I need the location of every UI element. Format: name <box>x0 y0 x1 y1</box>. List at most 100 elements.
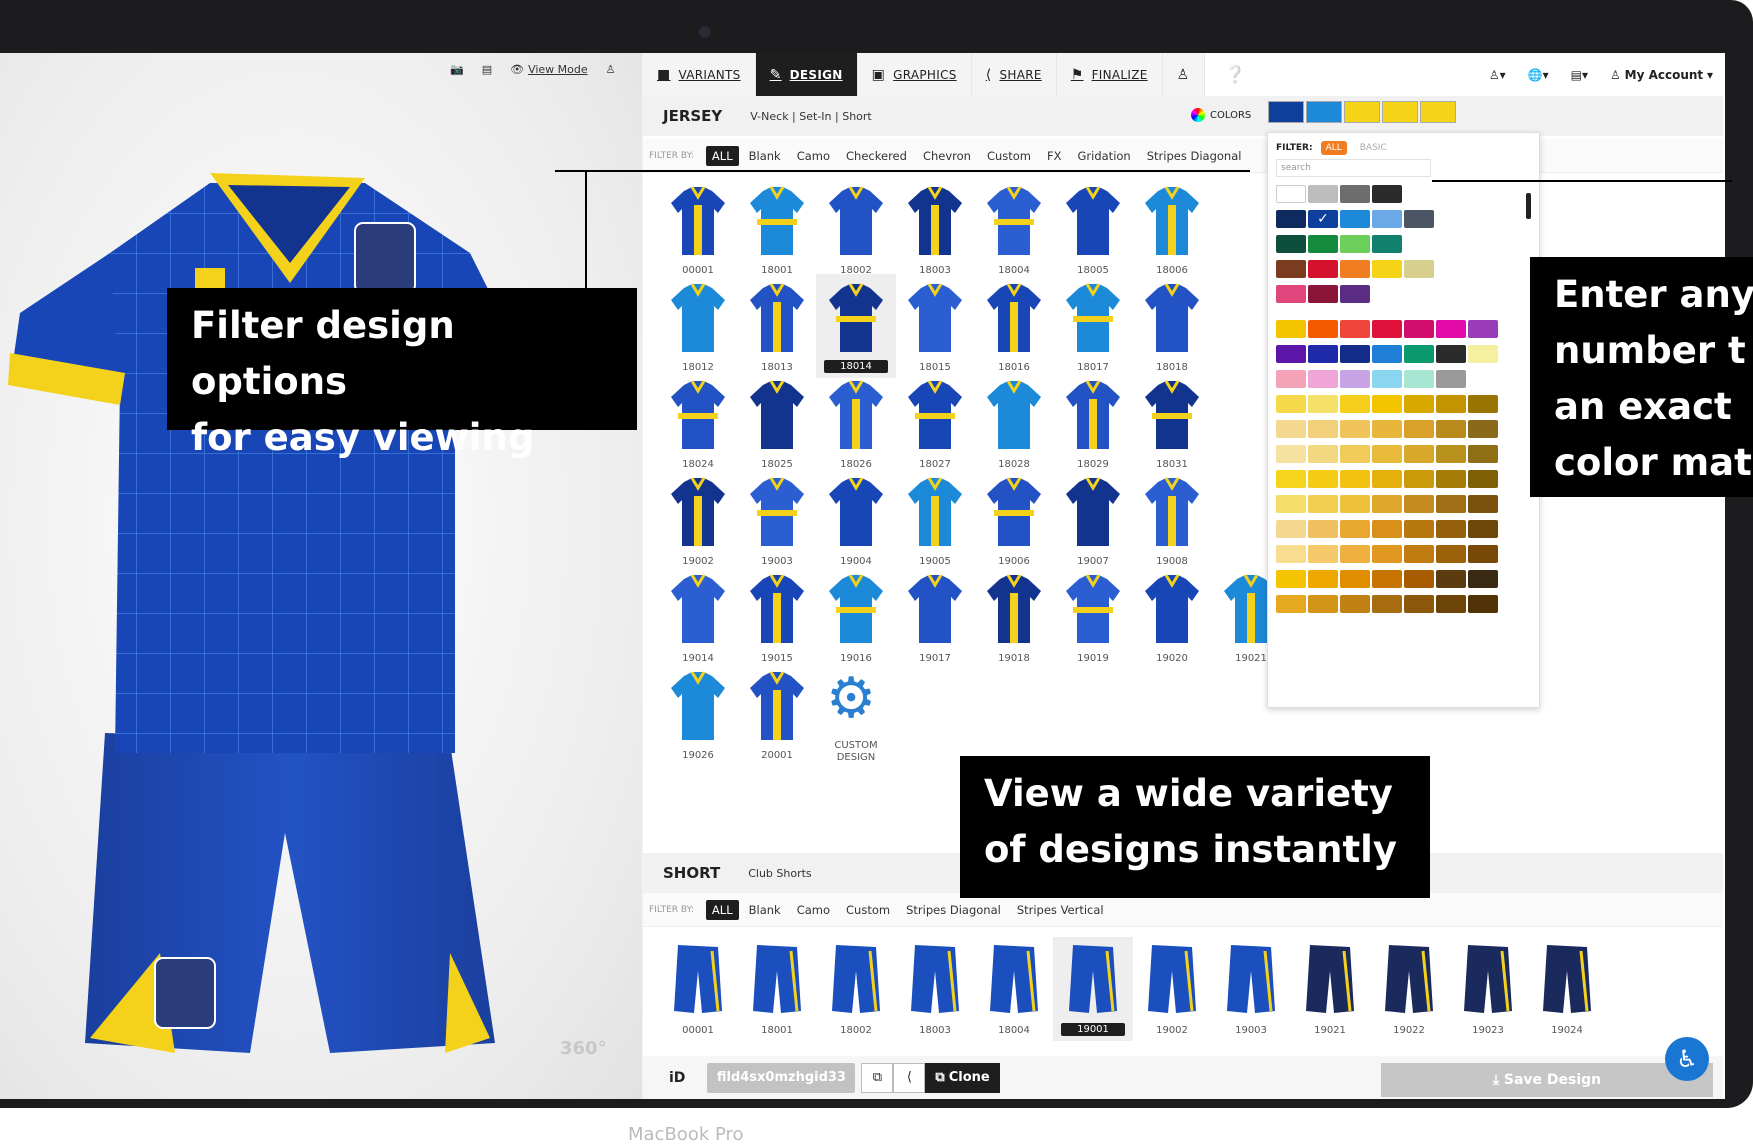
color-swatch[interactable] <box>1372 260 1402 278</box>
design-option[interactable]: 19003 <box>737 468 817 572</box>
color-swatch[interactable] <box>1404 395 1434 413</box>
color-swatch[interactable] <box>1276 345 1306 363</box>
jersey-filter-chip[interactable]: Checkered <box>840 146 913 166</box>
color-swatch[interactable] <box>1404 570 1434 588</box>
design-option[interactable]: 18031 <box>1132 371 1212 475</box>
3d-viewer[interactable]: 📷 ▤ 👁 View Mode ♙ 360° <box>0 53 642 1099</box>
color-swatch[interactable] <box>1468 595 1498 613</box>
color-swatch[interactable] <box>1404 260 1434 278</box>
design-option[interactable]: 00001 <box>658 177 738 281</box>
color-swatch[interactable] <box>1340 495 1370 513</box>
color-swatch[interactable] <box>1276 370 1306 388</box>
color-search-input[interactable]: search <box>1276 159 1431 177</box>
color-swatch[interactable] <box>1276 595 1306 613</box>
design-option[interactable]: 18002 <box>816 177 896 281</box>
short-design-option[interactable]: 19003 <box>1211 937 1291 1041</box>
color-swatch[interactable] <box>1308 285 1338 303</box>
color-swatch[interactable] <box>1436 595 1466 613</box>
color-swatch[interactable] <box>1276 260 1306 278</box>
color-swatch[interactable] <box>1404 495 1434 513</box>
design-option[interactable]: 18012 <box>658 274 738 378</box>
color-swatch[interactable] <box>1468 495 1498 513</box>
color-swatch[interactable] <box>1372 470 1402 488</box>
color-swatch[interactable] <box>1308 345 1338 363</box>
color-swatch[interactable] <box>1372 445 1402 463</box>
rotate-360-icon[interactable]: 360° <box>560 1038 607 1059</box>
design-option[interactable]: 18028 <box>974 371 1054 475</box>
color-swatch[interactable] <box>1468 470 1498 488</box>
design-option[interactable]: 18005 <box>1053 177 1133 281</box>
design-option[interactable]: 18015 <box>895 274 975 378</box>
design-option[interactable]: 19026 <box>658 662 738 766</box>
color-swatch[interactable] <box>1276 470 1306 488</box>
color-swatch[interactable] <box>1372 495 1402 513</box>
color-swatch[interactable] <box>1344 101 1380 123</box>
color-swatch[interactable] <box>1308 185 1338 203</box>
color-swatch[interactable] <box>1308 570 1338 588</box>
design-option[interactable]: 18006 <box>1132 177 1212 281</box>
jersey-filter-chip[interactable]: Camo <box>791 146 836 166</box>
color-swatch[interactable] <box>1340 370 1370 388</box>
color-swatch[interactable] <box>1404 445 1434 463</box>
color-swatch[interactable] <box>1404 595 1434 613</box>
design-option[interactable]: 19006 <box>974 468 1054 572</box>
color-swatch[interactable] <box>1468 570 1498 588</box>
short-design-option[interactable]: 19024 <box>1527 937 1607 1041</box>
color-swatch[interactable] <box>1436 370 1466 388</box>
accessibility-icon[interactable]: ♿ <box>1665 1037 1709 1081</box>
custom-design-button[interactable]: ⚙ CUSTOM DESIGN <box>816 662 896 766</box>
design-option[interactable]: 19019 <box>1053 565 1133 669</box>
design-option[interactable]: 19017 <box>895 565 975 669</box>
design-option[interactable]: 19002 <box>658 468 738 572</box>
print-icon[interactable]: ▤▾ <box>1571 68 1588 82</box>
design-option[interactable]: 19005 <box>895 468 975 572</box>
design-option[interactable]: 19014 <box>658 565 738 669</box>
color-swatch[interactable] <box>1340 210 1370 228</box>
color-swatch[interactable] <box>1308 370 1338 388</box>
color-swatch[interactable] <box>1276 445 1306 463</box>
color-swatch[interactable] <box>1468 545 1498 563</box>
color-swatch[interactable] <box>1340 320 1370 338</box>
design-option[interactable]: 18018 <box>1132 274 1212 378</box>
color-swatch[interactable] <box>1340 445 1370 463</box>
design-option[interactable]: 19007 <box>1053 468 1133 572</box>
color-swatch[interactable] <box>1372 210 1402 228</box>
color-swatch[interactable] <box>1276 520 1306 538</box>
color-swatch[interactable] <box>1308 260 1338 278</box>
design-option[interactable]: 18024 <box>658 371 738 475</box>
help-button[interactable]: ❔ <box>1205 65 1246 85</box>
color-swatch[interactable] <box>1436 520 1466 538</box>
color-swatch[interactable] <box>1340 570 1370 588</box>
color-swatch[interactable] <box>1340 595 1370 613</box>
jersey-filter-chip[interactable]: FX <box>1041 146 1068 166</box>
color-swatch[interactable] <box>1308 520 1338 538</box>
color-swatch[interactable] <box>1276 320 1306 338</box>
short-filter-chip[interactable]: ALL <box>705 899 739 920</box>
color-swatch[interactable] <box>1404 345 1434 363</box>
color-swatch[interactable] <box>1404 210 1434 228</box>
design-option[interactable]: 18026 <box>816 371 896 475</box>
color-swatch[interactable] <box>1436 545 1466 563</box>
globe-icon[interactable]: 🌐▾ <box>1528 68 1549 82</box>
color-swatch[interactable] <box>1340 235 1370 253</box>
picker-scrollbar[interactable] <box>1526 193 1531 219</box>
color-swatch[interactable] <box>1276 395 1306 413</box>
color-swatch[interactable] <box>1306 101 1342 123</box>
color-swatch[interactable] <box>1468 395 1498 413</box>
color-swatch[interactable] <box>1372 545 1402 563</box>
tab-design[interactable]: ✎ DESIGN <box>755 53 858 96</box>
color-swatch[interactable] <box>1308 395 1338 413</box>
design-option[interactable]: 18013 <box>737 274 817 378</box>
color-swatch[interactable] <box>1372 570 1402 588</box>
color-swatch[interactable] <box>1276 420 1306 438</box>
jersey-filter-chip[interactable]: Stripes Diagonal <box>1141 146 1248 166</box>
color-swatch[interactable] <box>1276 210 1306 228</box>
picker-filter-all[interactable]: ALL <box>1320 141 1347 155</box>
color-swatch[interactable] <box>1340 545 1370 563</box>
short-design-option[interactable]: 19022 <box>1369 937 1449 1041</box>
design-option[interactable]: 19016 <box>816 565 896 669</box>
tab-share[interactable]: ⟨ SHARE <box>971 53 1057 96</box>
color-swatch[interactable] <box>1276 545 1306 563</box>
short-filter-chip[interactable]: Camo <box>791 900 836 920</box>
save-design-button[interactable]: ⤓ Save Design <box>1381 1063 1713 1097</box>
